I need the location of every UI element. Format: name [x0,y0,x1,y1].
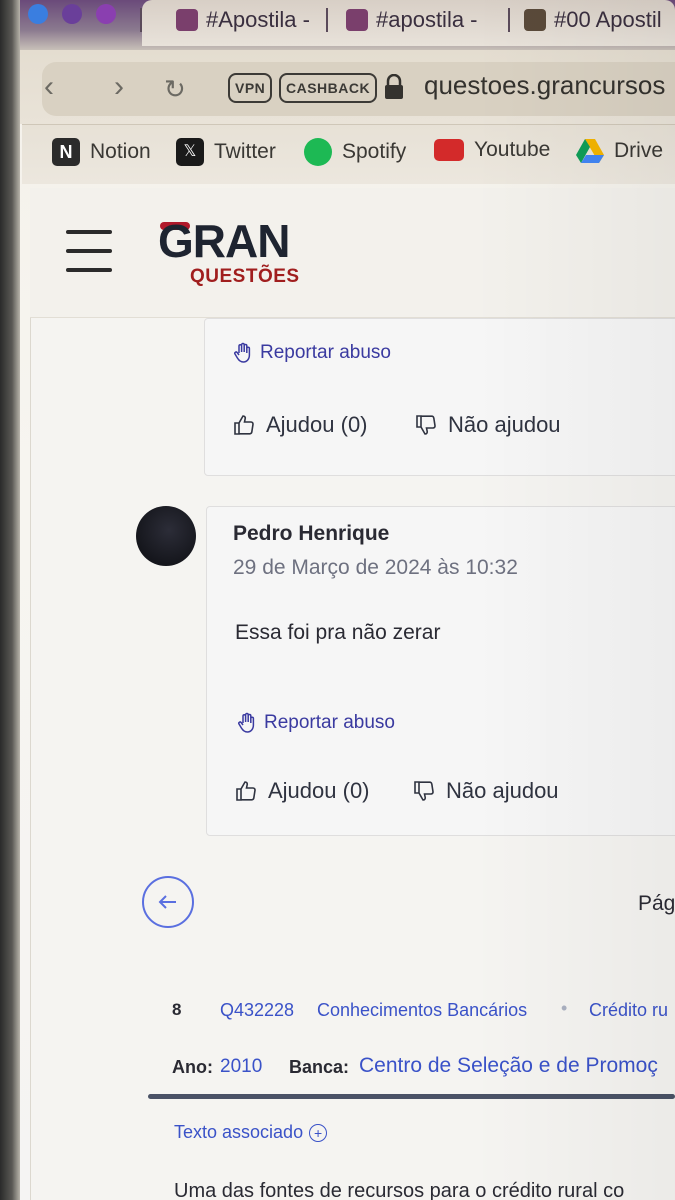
year-label: Ano: [172,1057,213,1077]
not-helpful-label: Não ajudou [446,778,559,803]
tab-title: #00 Apostil [554,7,662,32]
tab-title: #Apostila - [206,7,310,32]
question-subject-link[interactable]: Conhecimentos Bancários [317,1000,527,1021]
bookmark-twitter[interactable]: 𝕏 Twitter [176,138,276,166]
reload-icon[interactable]: ↻ [164,74,186,105]
bookmark-drive[interactable]: Drive [576,138,663,164]
thumbs-down-icon [414,781,434,801]
bookmark-youtube[interactable]: Youtube [434,138,550,162]
not-helpful-label: Não ajudou [448,412,561,437]
tab-separator [508,8,510,32]
tab[interactable]: #00 Apostil [514,0,672,40]
report-abuse-link[interactable]: Reportar abuso [236,712,395,734]
arrow-left-icon [158,895,176,909]
bookmark-label: Youtube [474,138,551,161]
bookmark-notion[interactable]: N Notion [52,138,151,166]
tab[interactable]: #Apostila - [166,0,320,40]
lock-icon [385,74,403,99]
bookmark-label: Notion [90,140,151,163]
thumbs-down-icon [416,415,436,435]
twitter-icon: 𝕏 [176,138,204,166]
bookmark-label: Spotify [342,140,407,163]
helpful-button[interactable]: Ajudou (0) [234,778,370,804]
drive-icon [576,139,604,163]
question-number: 8 [172,1000,182,1019]
report-abuse-label: Reportar abuso [260,342,391,363]
helpful-label: Ajudou (0) [266,412,368,437]
board-label: Banca: [289,1057,350,1077]
tab-favicon-icon [176,9,198,31]
bookmark-label: Drive [614,139,664,162]
not-helpful-button[interactable]: Não ajudou [412,778,559,804]
site-header [30,188,675,318]
bookmark-label: Twitter [214,140,276,163]
report-abuse-link[interactable]: Reportar abuso [232,342,391,364]
helpful-label: Ajudou (0) [268,778,370,803]
associated-text-toggle[interactable]: Texto associado + [174,1122,328,1143]
vpn-badge[interactable]: VPN [228,73,273,103]
comment-author[interactable]: Pedro Henrique [233,522,389,546]
not-helpful-button[interactable]: Não ajudou [414,412,561,438]
logo-text[interactable]: GRAN [158,214,290,268]
tab-title: #apostila - [376,7,478,32]
year-value-link[interactable]: 2010 [220,1056,262,1078]
comment-date: 29 de Março de 2024 às 10:32 [233,556,518,579]
separator-dot: • [561,998,568,1018]
window-controls [28,4,116,24]
page-indicator: Pág [638,892,675,915]
url-text[interactable]: questoes.grancursos [424,70,665,101]
question-topic-link[interactable]: Crédito ru [589,1000,668,1021]
plus-circle-icon: + [309,1123,328,1142]
question-text: Uma das fontes de recursos para o crédit… [174,1180,625,1200]
forward-nav-icon[interactable]: › [114,70,124,104]
tab-separator [326,8,328,32]
associated-text-label: Texto associado [174,1122,304,1142]
bookmark-spotify[interactable]: Spotify [304,138,406,166]
cashback-badge[interactable]: CASHBACK [279,73,378,103]
thumbs-up-icon [234,415,254,435]
spotify-icon [304,138,332,166]
thumbs-up-icon [236,781,256,801]
tab-favicon-icon [346,9,368,31]
window-dot-icon[interactable] [62,4,82,24]
tab[interactable]: #apostila - [336,0,488,40]
youtube-icon [434,139,464,161]
menu-icon[interactable] [66,230,112,272]
hand-icon [234,342,251,363]
divider [148,1094,675,1099]
notion-icon: N [52,138,80,166]
tab-favicon-icon [524,9,546,31]
hand-icon [238,712,255,733]
avatar[interactable] [136,506,196,566]
screen-bezel [0,0,20,1200]
window-dot-icon[interactable] [28,4,48,24]
helpful-button[interactable]: Ajudou (0) [232,412,368,438]
back-nav-icon[interactable]: ‹ [44,70,54,104]
report-abuse-label: Reportar abuso [264,712,395,733]
board-value-link[interactable]: Centro de Seleção e de Promoç [359,1054,658,1078]
logo-subtext: QUESTÕES [190,266,300,287]
browser-tab-bar: #Apostila - #apostila - #00 Apostil [0,0,675,50]
previous-page-button[interactable] [142,876,194,928]
question-id-link[interactable]: Q432228 [220,1000,294,1021]
comment-text: Essa foi pra não zerar [235,621,441,644]
window-dot-icon[interactable] [96,4,116,24]
screen: #Apostila - #apostila - #00 Apostil ‹ › … [0,0,675,1200]
